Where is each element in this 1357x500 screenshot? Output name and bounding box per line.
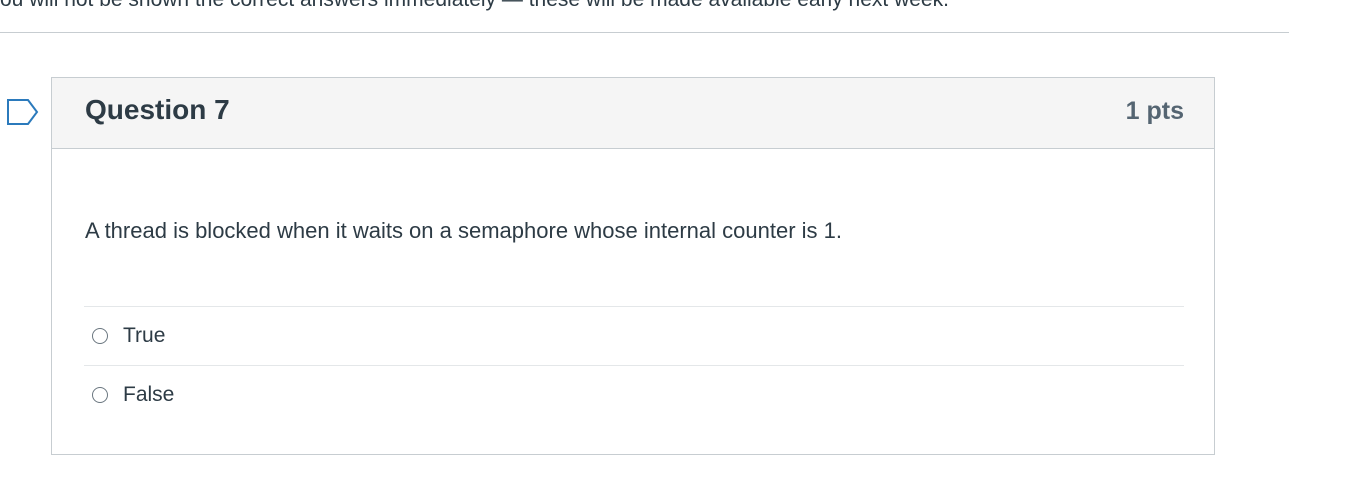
answer-label: True (123, 324, 166, 347)
radio-button[interactable] (92, 387, 108, 403)
question-points: 1 pts (1125, 97, 1184, 125)
radio-button[interactable] (92, 328, 108, 344)
quiz-page: ou will not be shown the correct answers… (0, 0, 1357, 500)
answer-list: True False (84, 306, 1184, 424)
answer-option-true[interactable]: True (84, 306, 1184, 365)
flag-icon[interactable] (6, 98, 40, 126)
question-header: Question 7 1 pts (52, 78, 1214, 149)
question-card: Question 7 1 pts A thread is blocked whe… (51, 77, 1215, 455)
answer-label: False (123, 383, 175, 406)
divider (0, 32, 1289, 33)
question-text: A thread is blocked when it waits on a s… (85, 218, 842, 243)
instructions-text: ou will not be shown the correct answers… (0, 0, 1289, 12)
answer-option-false[interactable]: False (84, 365, 1184, 424)
question-title: Question 7 (85, 94, 230, 125)
